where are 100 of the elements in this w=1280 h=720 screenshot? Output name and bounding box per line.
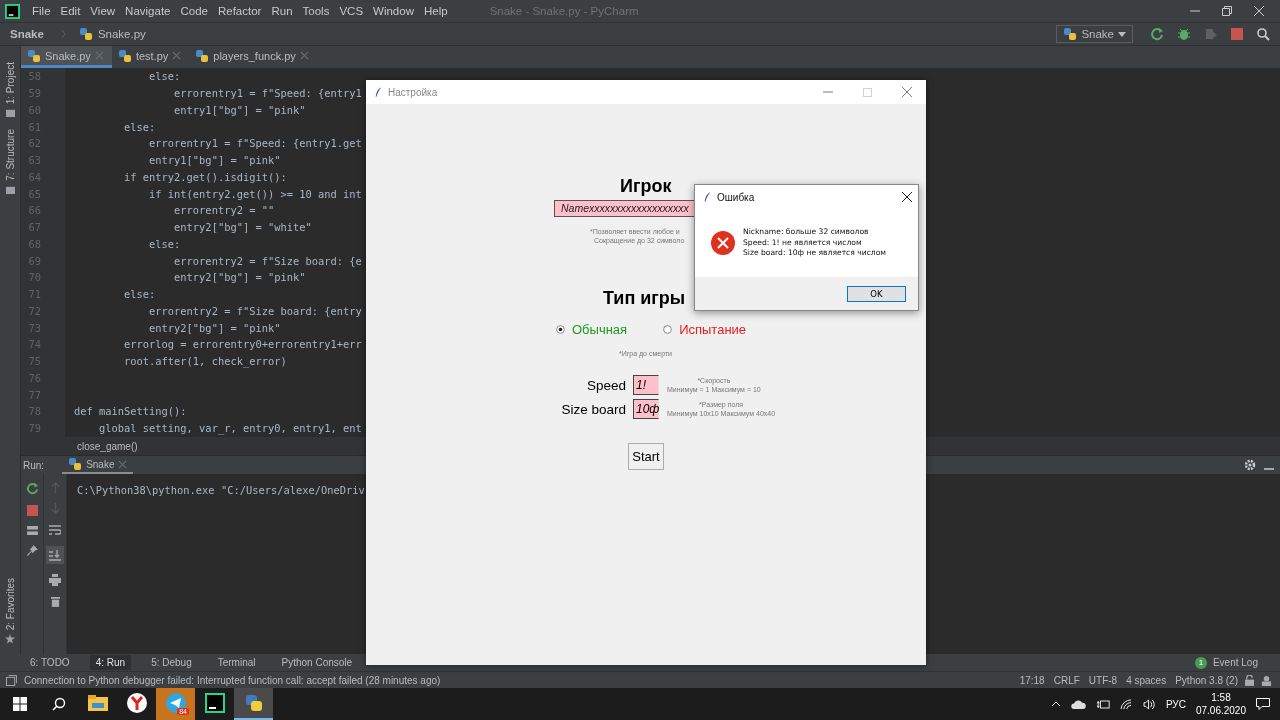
radio-label[interactable]: Обычная [572, 321, 628, 337]
input-field[interactable]: 1! [633, 375, 659, 395]
stop-icon[interactable] [26, 505, 38, 516]
breadcrumb-item[interactable]: Snake.py [97, 28, 146, 40]
code-line: errorentry1 = f"Speed: {entry1.get [148, 137, 362, 150]
code-line: entry2["bg"] = "white" [173, 221, 312, 234]
settings-icon[interactable] [1244, 459, 1256, 471]
menu-item[interactable]: VCS [339, 5, 364, 17]
code-line: entry2["bg"] = "pink" [148, 321, 281, 334]
field-label: Size board [560, 401, 626, 417]
menu-item[interactable]: File [32, 5, 51, 17]
wrap-icon[interactable] [49, 524, 61, 536]
bug-icon[interactable] [1177, 27, 1191, 41]
tool-window-button[interactable]: 2: Favorites [4, 577, 16, 630]
rerun-icon[interactable] [25, 482, 39, 495]
ok-button[interactable]: OK [847, 285, 906, 302]
feather-icon [374, 86, 382, 98]
status-item[interactable]: 4 spaces [1126, 674, 1167, 686]
tool-tab[interactable]: 6: TODO [24, 655, 76, 670]
input-field[interactable]: 10ф [633, 399, 659, 419]
code-line: errorentry1 = f"Speed: {entry1 [173, 87, 362, 100]
layout-icon[interactable] [26, 526, 38, 535]
feather-icon [703, 191, 711, 203]
folder-icon [5, 184, 15, 194]
restore-icon[interactable] [1222, 6, 1232, 16]
tool-window-button[interactable]: 1: Project [4, 62, 16, 105]
section-heading: Тип игры [603, 288, 686, 308]
scope-breadcrumb[interactable]: close_game() [77, 440, 138, 452]
notifications-icon[interactable] [1256, 698, 1270, 710]
field-label: Speed [585, 377, 626, 393]
menu-item[interactable]: Navigate [125, 5, 171, 17]
code-line: errorlog = errorentry0+errorentry1+err [123, 338, 362, 351]
menu-item[interactable]: Code [180, 5, 208, 17]
wifi-icon[interactable] [1119, 698, 1133, 710]
chevron-up-icon[interactable] [1050, 701, 1061, 707]
rerun-icon[interactable] [1150, 27, 1164, 41]
paper-plane-icon [165, 693, 186, 713]
notification-badge: 1 [1194, 656, 1207, 669]
status-item[interactable]: UTF-8 [1088, 674, 1118, 686]
clock-date[interactable]: 07.06.2020 [1195, 704, 1246, 717]
status-item[interactable]: Python 3.8 (2) [1175, 674, 1238, 686]
tool-tab[interactable]: Python Console [275, 655, 359, 670]
scroll-to-end-button[interactable] [46, 546, 64, 564]
python-icon [1063, 27, 1078, 41]
app-logo-icon[interactable] [5, 3, 20, 19]
menu-item[interactable]: Tools [302, 5, 330, 17]
tool-window-button[interactable]: 7: Structure [4, 129, 16, 181]
menu-item[interactable]: Refactor [217, 5, 262, 17]
start-button[interactable]: Start [628, 443, 664, 470]
menu-item[interactable]: Help [423, 5, 448, 17]
editor-tab[interactable]: test.py [111, 46, 190, 68]
lock-icon[interactable] [1245, 674, 1254, 686]
python-logo-icon [243, 693, 264, 713]
search-icon [51, 697, 66, 711]
battery-icon[interactable] [1095, 699, 1110, 709]
tool-tab[interactable]: 5: Debug [145, 655, 198, 670]
print-icon[interactable] [49, 574, 61, 586]
code-line: errorentry2 = f"Size board: {e [173, 254, 362, 267]
code-line: global setting, var_r, entry0, entry1, ent [98, 422, 362, 435]
trash-icon[interactable] [50, 596, 60, 607]
status-icon[interactable] [6, 674, 17, 686]
radio-option[interactable]: Испытание [663, 321, 747, 337]
window-title: Настройка [388, 86, 438, 98]
caret-icon [1118, 31, 1126, 37]
dialog-title: Ошибка [717, 191, 755, 203]
volume-icon[interactable] [1142, 698, 1156, 710]
code-line: else: [148, 70, 181, 83]
radio-option[interactable]: Обычная [556, 321, 628, 337]
code-line: else: [148, 237, 181, 250]
tool-tab[interactable]: Terminal [211, 655, 262, 670]
folder-icon [87, 695, 108, 711]
ide-logo-icon [204, 693, 225, 713]
maximize-icon [863, 87, 872, 97]
menu-item[interactable]: Window [373, 5, 414, 17]
menu-item[interactable]: View [90, 5, 116, 17]
code-line: if int(entry2.get()) >= 10 and int [148, 187, 362, 200]
menu-item[interactable]: Run [271, 5, 293, 17]
radio-button[interactable] [663, 324, 673, 334]
browser-icon [126, 693, 147, 713]
status-item[interactable]: CRLF [1053, 674, 1080, 686]
radio-button[interactable] [556, 324, 565, 334]
breadcrumb-item[interactable]: Snake [10, 28, 44, 40]
cloud-icon[interactable] [1070, 699, 1086, 709]
editor-tab[interactable]: Snake.py [21, 46, 112, 68]
inspector-icon[interactable] [1261, 674, 1272, 686]
code-line: def mainSetting(): [73, 405, 187, 418]
language-indicator[interactable]: РУС [1165, 698, 1186, 710]
code-line: entry1["bg"] = "pink" [173, 103, 306, 116]
event-log-button[interactable]: Event Log [1206, 655, 1264, 670]
status-item[interactable]: 17:18 [1019, 674, 1045, 686]
search-icon[interactable] [1256, 27, 1270, 41]
run-config-dropdown[interactable]: Snake [1056, 25, 1133, 43]
close-icon[interactable] [902, 192, 912, 202]
pin-icon[interactable] [26, 545, 38, 556]
editor-tab[interactable]: players_funck.py [189, 46, 317, 68]
clock-time[interactable]: 1:58 [1211, 691, 1231, 704]
tool-tab[interactable]: 4: Run [89, 655, 132, 670]
code-line: else: [123, 120, 156, 133]
radio-label[interactable]: Испытание [679, 321, 747, 337]
menu-item[interactable]: Edit [60, 5, 81, 17]
